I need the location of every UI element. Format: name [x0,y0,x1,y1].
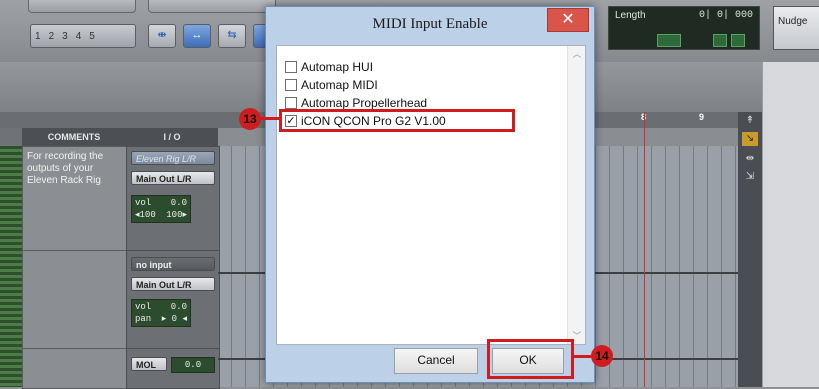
midi-merge-icon[interactable] [731,34,745,47]
input-selector[interactable]: no input [131,257,215,271]
zoom-preset-2[interactable]: 2 [49,31,55,42]
close-icon: ✕ [561,11,575,28]
expand-icon[interactable]: ⇹ [742,152,758,166]
playhead-marker [644,112,645,387]
track-io-cell: no input Main Out L/R vol 0.0 pan ▸ 0 ◂ [126,250,220,350]
vol-value[interactable]: 0.0 [171,357,215,373]
comments-column-header: COMMENTS [22,128,127,146]
zoom-preset-1[interactable]: 1 [35,31,41,42]
pin-icon[interactable]: ↟ [742,114,758,128]
track-comment-cell[interactable] [22,250,128,350]
pan-value: ▸ 0 ◂ [161,314,187,324]
checkbox[interactable] [285,78,297,91]
pan-left-value: ◂100 [135,210,156,220]
checkbox[interactable] [285,96,297,109]
zoom-preset-buttons[interactable]: 1 2 3 4 5 [30,24,136,48]
checkbox[interactable] [285,60,297,73]
vol-label: vol [135,198,152,208]
length-value: 0| 0| 000 [698,10,753,21]
collapse-icon[interactable]: ⇲ [742,170,758,184]
callout-leader [573,355,593,358]
close-button[interactable]: ✕ [547,8,589,32]
track-io-cell: MOL 0.0 [126,348,220,389]
grabber-tool-icon[interactable]: ⇆ [218,24,246,48]
nudge-panel[interactable]: Nudge [773,6,819,50]
track-io-cell: Eleven Rig L/R Main Out L/R vol 0.0 ◂100… [126,146,220,252]
list-item-label: Automap MIDI [301,77,378,92]
zoom-preset-4[interactable]: 4 [76,31,82,42]
right-panel [762,62,819,387]
selector-tool-icon[interactable]: ↔ [183,24,211,48]
length-counter: Length 0| 0| 000 [608,6,760,50]
grid-mode-icon[interactable] [657,34,681,47]
output-selector[interactable]: Main Out L/R [131,171,215,185]
list-item[interactable]: Automap MIDI [285,76,378,93]
trim-tool-icon[interactable]: ⇼ [148,24,176,48]
midi-input-enable-dialog: MIDI Input Enable ✕ Automap HUI Automap … [265,6,595,383]
cancel-button[interactable]: Cancel [394,348,478,374]
grid-toggle-icon[interactable] [713,34,727,47]
vol-label: vol [135,302,152,312]
volume-pan-display[interactable]: vol 0.0 ◂100 100▸ [131,195,191,223]
scroll-up-icon[interactable]: ︿ [568,46,585,62]
zoom-preset-5[interactable]: 5 [89,31,95,42]
track-comment-cell[interactable] [22,348,128,389]
edit-sidebar: ↟ ↘ ⇹ ⇲ [738,112,762,387]
pan-right-value: 100▸ [166,210,187,220]
zoom-preset-3[interactable]: 3 [62,31,68,42]
highlight-box-device [279,109,515,132]
toolbar-top-control [28,0,136,13]
zoom-icon[interactable]: ↘ [742,132,758,146]
callout-14: 14 [591,345,613,367]
list-item[interactable]: Automap HUI [285,58,373,75]
pan-label: pan [135,314,152,324]
list-scrollbar[interactable]: ︿ ﹀ [567,46,585,344]
callout-13: 13 [239,108,261,130]
output-selector[interactable]: MOL [131,357,167,371]
nudge-label: Nudge [778,16,808,27]
output-selector[interactable]: Main Out L/R [131,277,215,291]
callout-leader [258,117,280,120]
list-item-label: Automap HUI [301,59,374,74]
track-meter-strip [0,146,22,387]
toolbar-top-control [148,0,276,13]
dialog-title: MIDI Input Enable [372,16,488,32]
volume-pan-display[interactable]: vol 0.0 pan ▸ 0 ◂ [131,299,191,327]
list-item-label: Automap Propellerhead [301,95,428,110]
io-column-header: I / O [126,128,219,146]
ruler-bar-9: 9 [699,112,705,122]
track-comment-text: For recording the outputs of your Eleven… [27,151,104,186]
vol-value: 0.0 [170,198,187,208]
length-label: Length [615,10,646,21]
input-selector[interactable]: Eleven Rig L/R [131,151,215,165]
midi-device-list[interactable]: Automap HUI Automap MIDI Automap Propell… [276,45,586,345]
highlight-box-ok [487,339,574,379]
track-comment-cell[interactable]: For recording the outputs of your Eleven… [22,146,128,252]
vol-value: 0.0 [170,302,187,312]
